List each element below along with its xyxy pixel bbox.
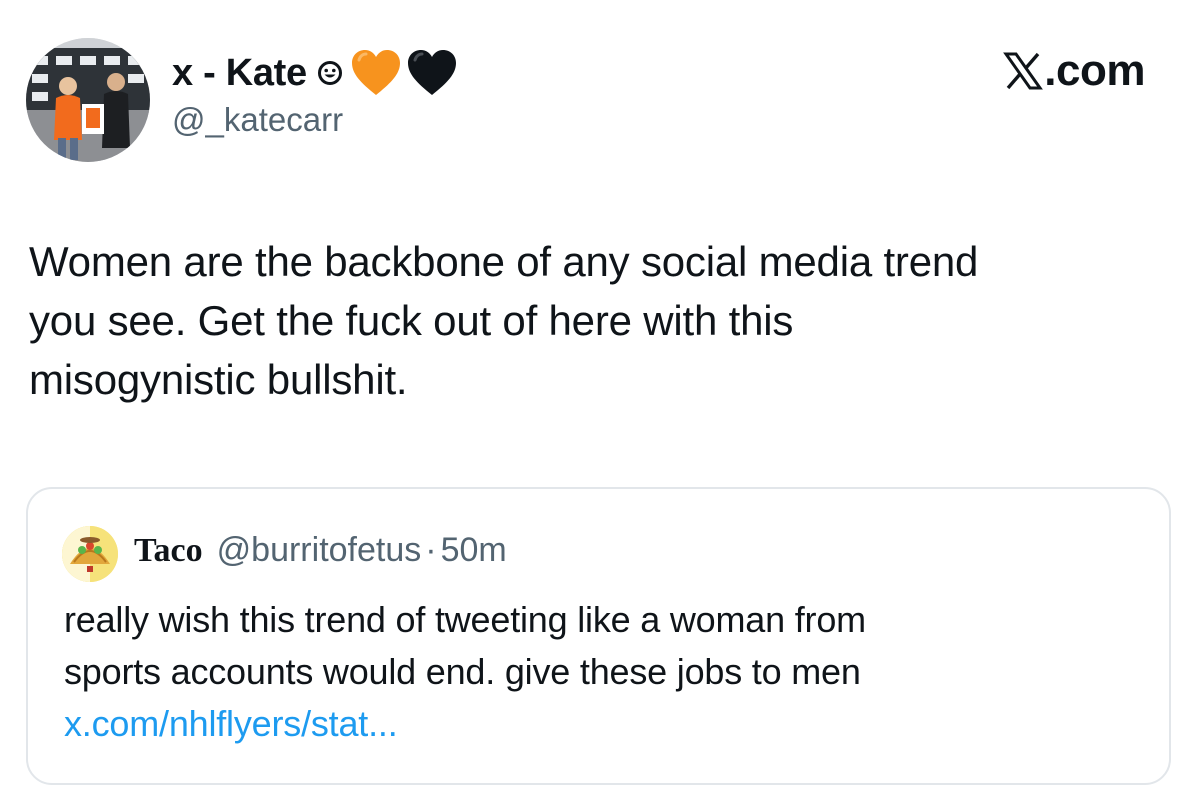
author-handle[interactable]: @_katecarr [172,101,343,139]
orange-heart-icon [349,48,403,98]
tweet-line: you see. Get the fuck out of here with t… [29,297,794,344]
quoted-timestamp[interactable]: 50m [441,531,507,570]
author-avatar[interactable] [26,38,150,162]
quoted-line: really wish this trend of tweeting like … [64,599,866,640]
quoted-line: sports accounts would end. give these jo… [64,651,861,692]
quoted-header: Taco @burritofetus · 50m [134,531,507,570]
quoted-author-name[interactable]: Taco [134,532,203,570]
brand-label: .com [1044,46,1145,95]
author-display-name[interactable]: x - Kate [172,52,307,95]
black-heart-icon [405,48,459,98]
tweet-line: Women are the backbone of any social med… [29,238,979,285]
tweet-text: Women are the backbone of any social med… [29,232,1159,409]
tweet-line: misogynistic bullshit. [29,356,408,403]
x-logo-icon [1003,51,1044,91]
header-separator: · [425,531,437,569]
avatar-photo [26,38,150,162]
taco-avatar-image [62,526,118,582]
quoted-author-handle[interactable]: @burritofetus [217,531,422,570]
quoted-link[interactable]: x.com/nhlflyers/stat... [64,698,1144,750]
quoted-author-avatar[interactable] [62,526,118,582]
x-com-branding: .com [1003,46,1145,96]
author-name-row: x - Kate [172,44,459,102]
quoted-tweet-card[interactable]: Taco @burritofetus · 50m really wish thi… [26,487,1171,785]
smiling-face-icon [317,60,343,86]
quoted-tweet-text: really wish this trend of tweeting like … [64,594,1144,750]
